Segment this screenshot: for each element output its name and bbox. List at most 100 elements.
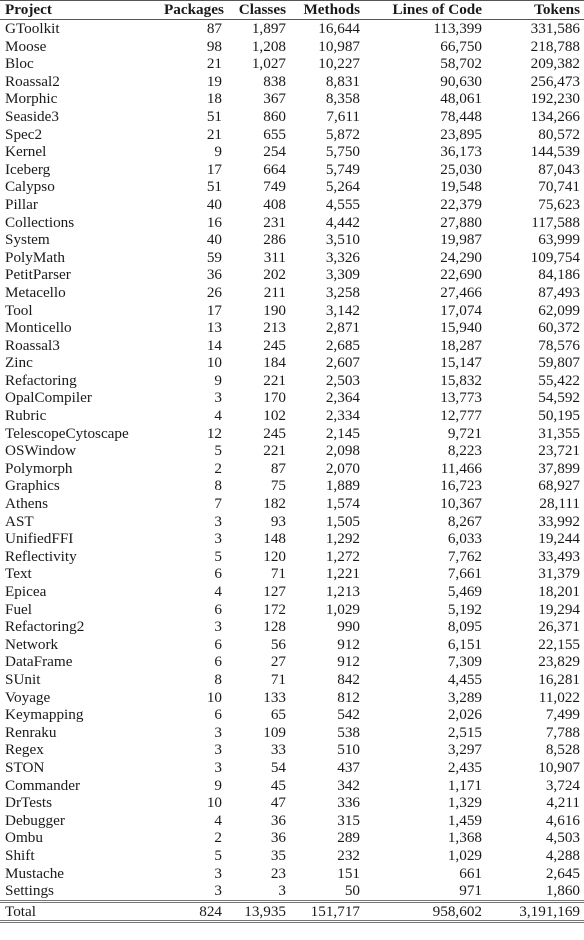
project-name: GToolkit: [5, 20, 60, 37]
table-row: Commander 9 45 342 1,171 3,724: [0, 777, 584, 795]
tokens-cell: 192,230: [530, 90, 580, 108]
packages-cell: 10: [206, 794, 222, 812]
packages-cell: 6: [214, 565, 222, 583]
tokens-cell: 19,294: [538, 600, 580, 618]
classes-cell: 128: [263, 618, 286, 636]
tokens-cell: 10,907: [538, 758, 580, 776]
packages-cell: 5: [214, 547, 222, 565]
packages-cell: 6: [214, 653, 222, 671]
lines-of-code-cell: 22,379: [440, 195, 482, 213]
project-name: Kernel: [5, 143, 47, 161]
tokens-cell: 22,155: [538, 635, 580, 653]
project-name: Morphic: [5, 90, 58, 108]
tokens-cell: 80,572: [538, 125, 580, 143]
classes-cell: 36: [270, 811, 286, 829]
methods-cell: 336: [337, 794, 360, 812]
packages-cell: 8: [214, 670, 222, 688]
packages-cell: 16: [206, 213, 222, 231]
table-row: Zinc 10 184 2,607 15,147 59,807: [0, 354, 584, 372]
lines-of-code-cell: 27,466: [440, 283, 482, 301]
lines-of-code-cell: 19,987: [440, 231, 482, 249]
total-label: Total: [0, 899, 160, 924]
packages-cell: 51: [206, 178, 222, 196]
table-row: Polymorph 2 87 2,070 11,466 37,899: [0, 460, 584, 478]
methods-cell: 5,750: [325, 143, 360, 161]
lines-of-code-cell: 11,466: [440, 459, 482, 477]
methods-cell: 151: [337, 864, 360, 882]
lines-of-code-cell: 9,721: [447, 424, 482, 442]
project-name: AST: [5, 512, 34, 530]
tokens-cell: 4,616: [545, 811, 580, 829]
tokens-cell: 8,528: [545, 741, 580, 759]
packages-cell: 51: [206, 107, 222, 125]
methods-cell: 912: [337, 635, 360, 653]
packages-cell: 17: [206, 160, 222, 178]
packages-cell: 14: [206, 336, 222, 354]
tokens-cell: 60,372: [538, 319, 580, 337]
packages-cell: 10: [206, 688, 222, 706]
packages-cell: 3: [214, 530, 222, 548]
lines-of-code-cell: 6,151: [447, 635, 482, 653]
project-name: Athens: [5, 495, 49, 513]
project-name: Reflectivity: [5, 547, 77, 565]
lines-of-code-cell: 25,030: [440, 160, 482, 178]
lines-of-code-cell: 1,171: [447, 776, 482, 794]
tokens-cell: 16,281: [538, 670, 580, 688]
lines-of-code-cell: 1,029: [447, 846, 482, 864]
methods-cell: 5,872: [325, 125, 360, 143]
lines-of-code-cell: 15,832: [440, 371, 482, 389]
packages-cell: 17: [206, 301, 222, 319]
methods-cell: 289: [337, 829, 360, 847]
table-row: Roassal2 19 838 8,831 90,630 256,473: [0, 73, 584, 91]
methods-cell: 2,607: [325, 354, 360, 372]
classes-cell: 1,208: [251, 37, 286, 55]
classes-cell: 202: [263, 266, 286, 284]
project-name: DataFrame: [5, 653, 73, 671]
tokens-cell: 55,422: [538, 371, 580, 389]
project-name: Refactoring: [5, 371, 77, 389]
classes-cell: 35: [270, 846, 286, 864]
classes-cell: 213: [263, 319, 286, 337]
classes-cell: 3: [278, 882, 286, 900]
classes-cell: 71: [270, 565, 286, 583]
methods-cell: 990: [337, 618, 360, 636]
classes-cell: 184: [263, 354, 286, 372]
tokens-cell: 31,379: [538, 565, 580, 583]
table-row: STON 3 54 437 2,435 10,907: [0, 759, 584, 777]
methods-cell: 538: [337, 723, 360, 741]
packages-cell: 6: [214, 600, 222, 618]
lines-of-code-cell: 8,223: [447, 442, 482, 460]
table-row: Kernel 9 254 5,750 36,173 144,539: [0, 143, 584, 161]
classes-cell: 221: [263, 371, 286, 389]
tokens-cell: 50,195: [538, 407, 580, 425]
tokens-cell: 37,899: [538, 459, 580, 477]
table-row: Text 6 71 1,221 7,661 31,379: [0, 565, 584, 583]
methods-cell: 8,831: [325, 72, 360, 90]
tokens-cell: 33,992: [538, 512, 580, 530]
table-row: Seaside3 51 860 7,611 78,448 134,266: [0, 108, 584, 126]
lines-of-code-cell: 5,469: [447, 583, 482, 600]
table-body: GToolkit 87 1,897 16,644 113,399 331,586 Moose…: [0, 20, 584, 902]
packages-cell: 4: [214, 407, 222, 425]
tokens-cell: 31,355: [538, 424, 580, 442]
tokens-cell: 28,111: [539, 495, 580, 513]
table-row: Regex 3 33 510 3,297 8,528: [0, 741, 584, 759]
project-name: Renraku: [5, 723, 57, 741]
header-row: Project Packages Classes Methods Lines o…: [0, 0, 584, 20]
packages-cell: 9: [214, 143, 222, 161]
header-tokens: Tokens: [486, 0, 584, 20]
tokens-cell: 68,927: [538, 477, 580, 495]
table-row: Tool 17 190 3,142 17,074 62,099: [0, 302, 584, 320]
classes-cell: 75: [270, 477, 286, 495]
classes-cell: 221: [263, 442, 286, 460]
table-row: PetitParser 36 202 3,309 22,690 84,186: [0, 266, 584, 284]
project-name: Mustache: [5, 864, 65, 882]
classes-cell: 45: [270, 776, 286, 794]
project-name: Commander: [5, 776, 81, 794]
packages-cell: 9: [214, 776, 222, 794]
lines-of-code-cell: 4,455: [447, 670, 482, 688]
project-name: PolyMath: [5, 248, 65, 266]
tokens-cell: 23,721: [538, 442, 580, 460]
classes-cell: 148: [263, 530, 286, 548]
packages-cell: 87: [206, 20, 222, 37]
